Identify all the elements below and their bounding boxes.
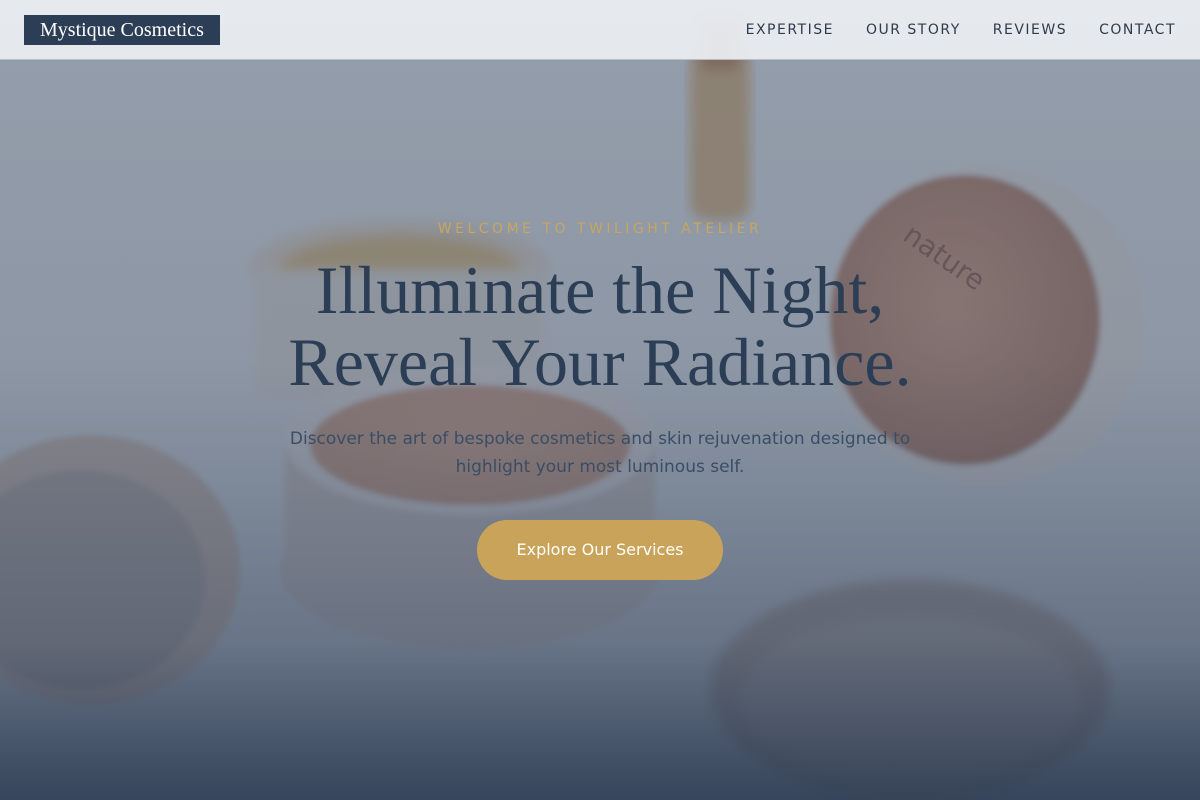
brand-logo[interactable]: Mystique Cosmetics — [24, 15, 220, 45]
top-navbar: Mystique Cosmetics EXPERTISE OUR STORY R… — [0, 0, 1200, 60]
nav-link-contact[interactable]: CONTACT — [1099, 22, 1176, 38]
hero-headline-line-2: Reveal Your Radiance. — [288, 324, 912, 400]
nav-link-reviews[interactable]: REVIEWS — [993, 22, 1067, 38]
explore-services-button[interactable]: Explore Our Services — [477, 520, 723, 580]
hero-subtext: Discover the art of bespoke cosmetics an… — [289, 429, 911, 477]
hero-eyebrow: WELCOME TO TWILIGHT ATELIER — [437, 221, 763, 237]
hero-section: WELCOME TO TWILIGHT ATELIER Illuminate t… — [0, 0, 1200, 800]
nav-link-our-story[interactable]: OUR STORY — [866, 22, 961, 38]
hero-headline: Illuminate the Night, Reveal Your Radian… — [100, 254, 1100, 398]
nav-link-expertise[interactable]: EXPERTISE — [746, 22, 834, 38]
landing-page: nature Mystique Cosmetics EXPERTISE OUR … — [0, 0, 1200, 800]
hero-headline-line-1: Illuminate the Night, — [315, 252, 885, 328]
nav-links: EXPERTISE OUR STORY REVIEWS CONTACT — [746, 0, 1176, 60]
